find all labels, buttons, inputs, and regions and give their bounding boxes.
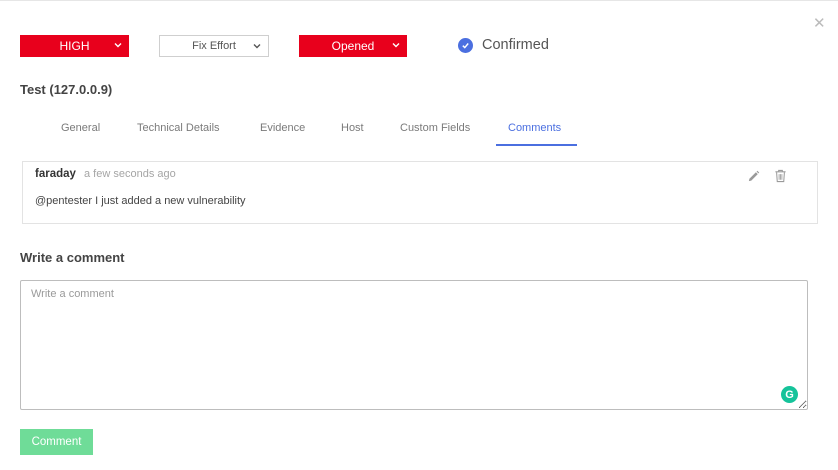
top-divider <box>0 0 838 1</box>
tab-general[interactable]: General <box>61 122 100 134</box>
severity-dropdown[interactable]: HIGH <box>20 35 129 57</box>
comment-timestamp: a few seconds ago <box>84 168 176 180</box>
status-label: Opened <box>331 39 375 53</box>
tab-custom-fields[interactable]: Custom Fields <box>400 122 470 134</box>
grammarly-icon[interactable]: G <box>781 386 798 403</box>
close-icon[interactable]: ✕ <box>813 16 826 31</box>
status-dropdown[interactable]: Opened <box>299 35 407 57</box>
tab-host[interactable]: Host <box>341 122 364 134</box>
tab-evidence[interactable]: Evidence <box>260 122 305 134</box>
comment-text: @pentester I just added a new vulnerabil… <box>35 195 246 207</box>
chevron-down-icon <box>114 43 122 48</box>
trash-icon[interactable] <box>774 169 787 183</box>
write-comment-heading: Write a comment <box>20 250 125 265</box>
fix-effort-dropdown[interactable]: Fix Effort <box>159 35 269 57</box>
check-circle-icon <box>458 37 473 53</box>
confirmed-toggle[interactable]: Confirmed <box>458 37 549 53</box>
severity-label: HIGH <box>59 39 90 53</box>
comment-submit-button[interactable]: Comment <box>20 429 93 455</box>
chevron-down-icon <box>253 44 261 49</box>
comment-item: faraday a few seconds ago @pentester I j… <box>22 161 818 224</box>
active-tab-indicator <box>496 144 577 146</box>
page-title: Test (127.0.0.9) <box>20 82 113 97</box>
tab-technical-details[interactable]: Technical Details <box>137 122 220 134</box>
fix-effort-label: Fix Effort <box>192 40 236 52</box>
confirmed-label: Confirmed <box>482 37 549 53</box>
pencil-icon[interactable] <box>747 170 760 183</box>
chevron-down-icon <box>392 43 400 48</box>
comment-textarea[interactable] <box>20 280 808 410</box>
tab-comments[interactable]: Comments <box>508 122 561 134</box>
comment-author: faraday <box>35 168 76 180</box>
